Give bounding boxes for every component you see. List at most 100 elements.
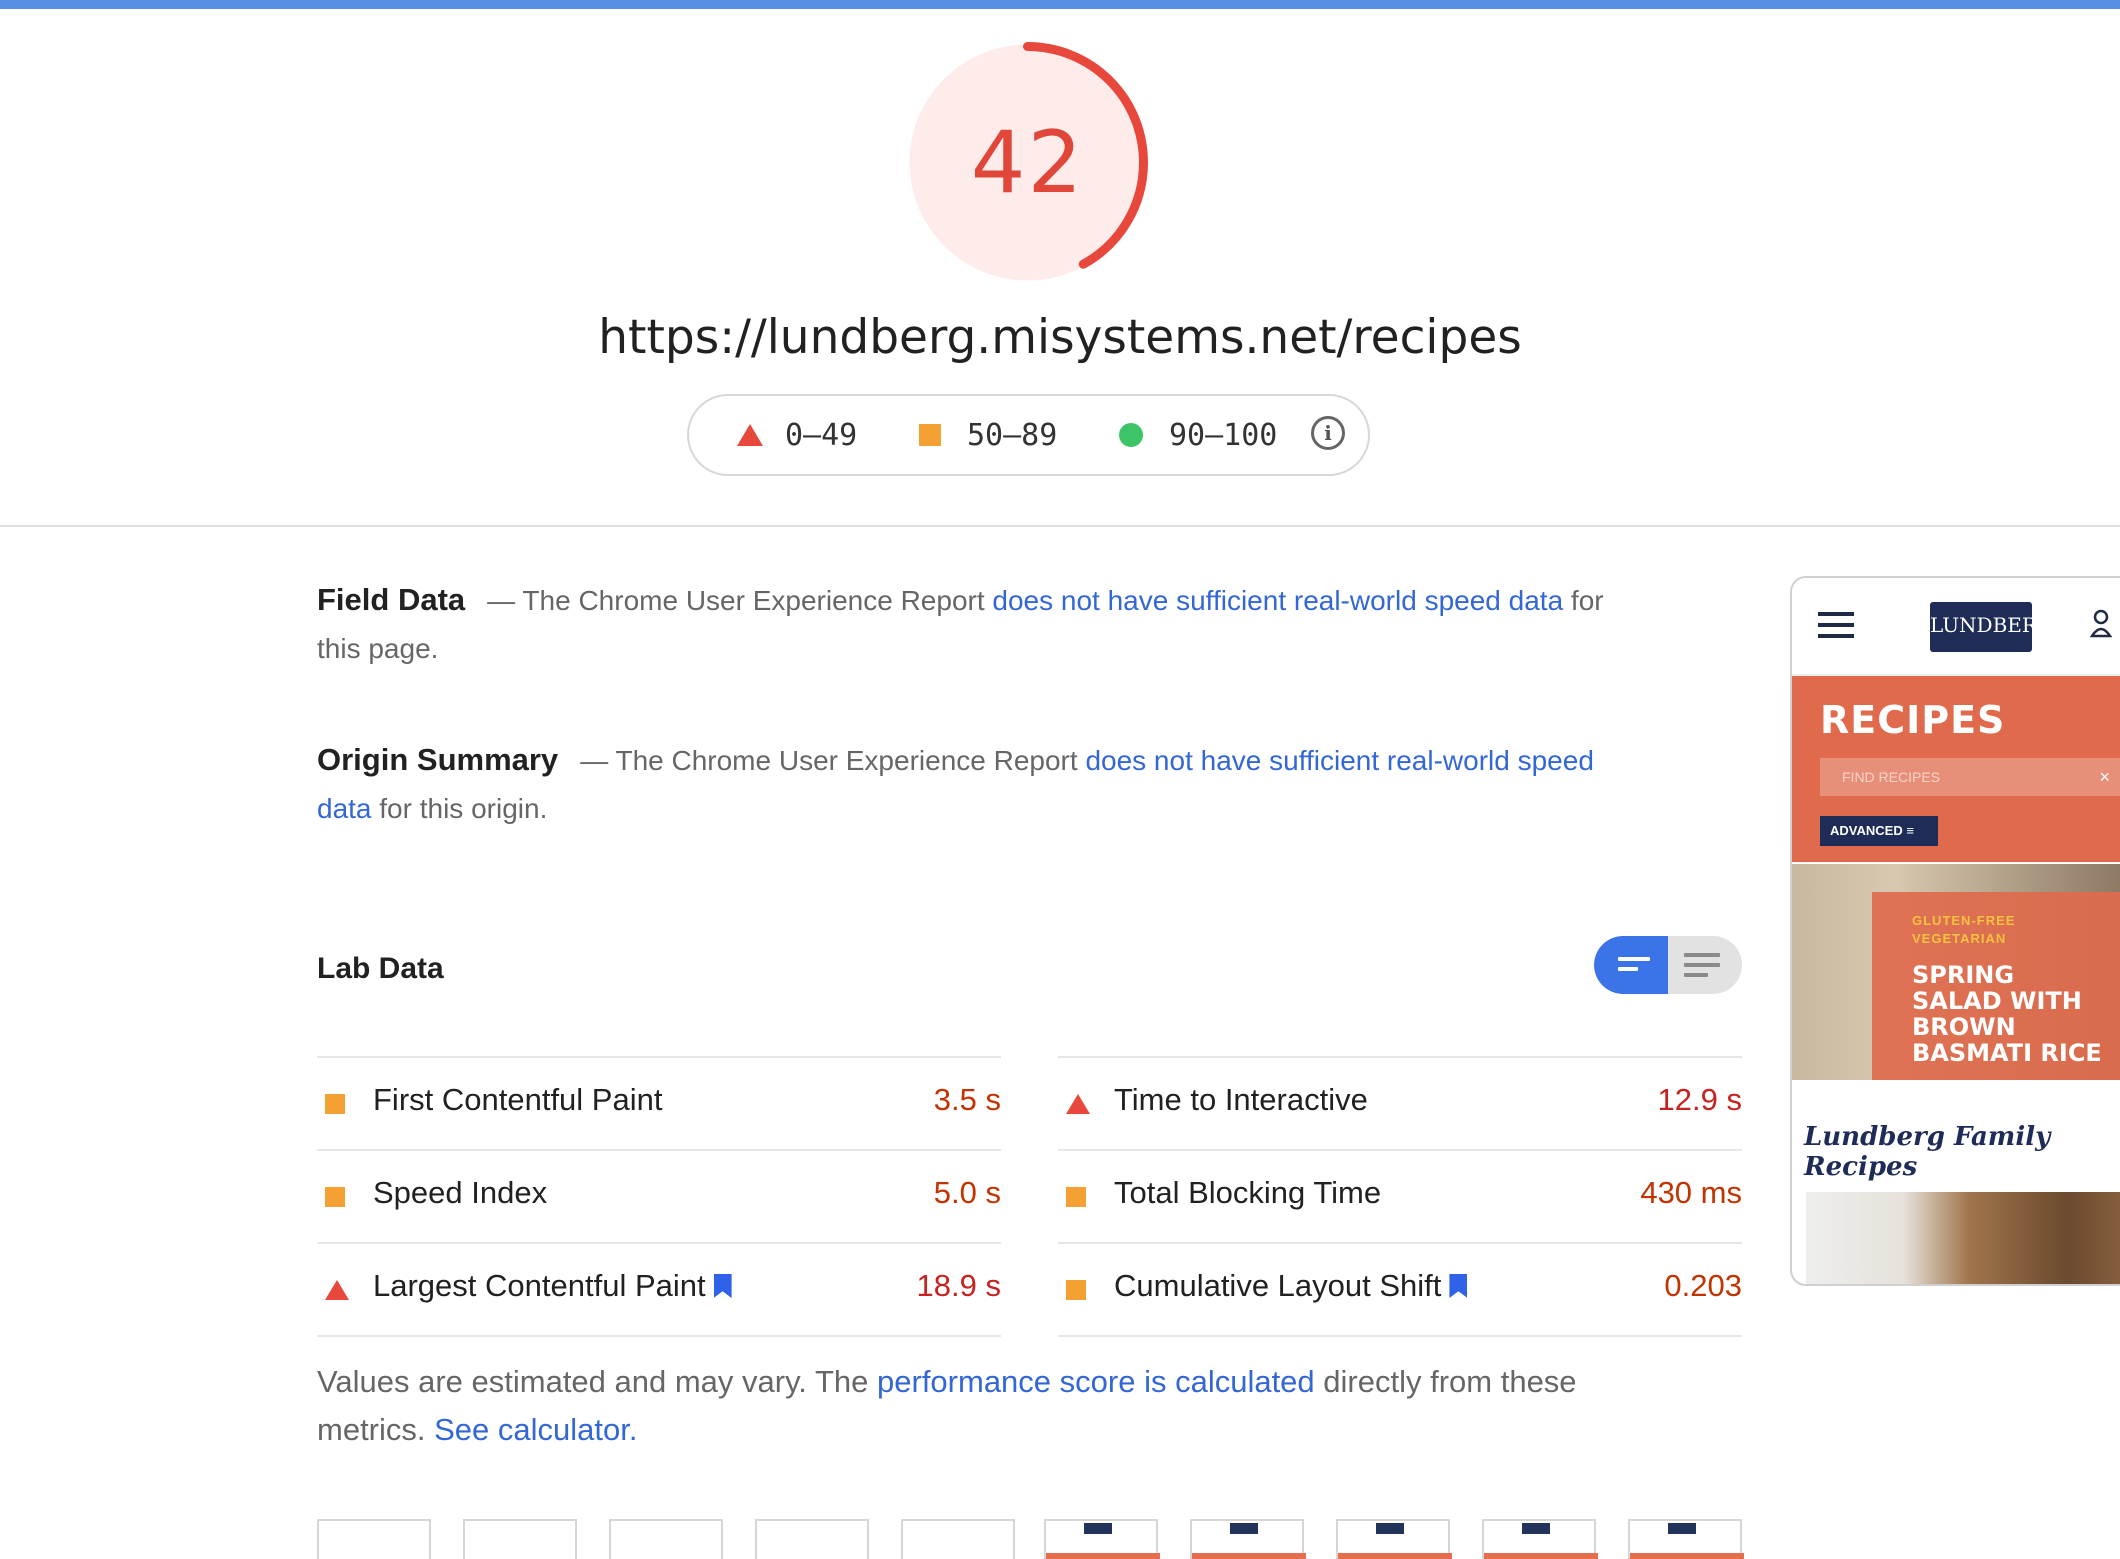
legend-average: 50–89	[919, 396, 1057, 474]
metric-name: Speed Index	[373, 1175, 548, 1210]
filmstrip-logo	[1084, 1523, 1112, 1534]
legend-good: 90–100	[1119, 396, 1277, 474]
expanded-list-icon[interactable]	[1684, 953, 1720, 983]
section-divider	[0, 525, 2120, 527]
filmstrip-logo	[1668, 1523, 1696, 1534]
preview-script-title: Lundberg Family Recipes	[1804, 1122, 2051, 1182]
legend-average-label: 50–89	[967, 417, 1058, 453]
metric-name-text: Cumulative Layout Shift	[1114, 1268, 1442, 1303]
metric-value: 430 ms	[1640, 1175, 1742, 1210]
note-prefix: Values are estimated and may vary. The	[317, 1364, 869, 1399]
origin-summary-prefix: — The Chrome User Experience Report	[580, 745, 1078, 776]
metric-value: 3.5 s	[933, 1082, 1001, 1117]
preview-feature-tags: GLUTEN-FREE VEGETARIAN	[1912, 913, 2016, 946]
filmstrip-logo	[1376, 1523, 1404, 1534]
origin-summary-section: Origin Summary — The Chrome User Experien…	[317, 736, 1617, 833]
filmstrip-logo	[1230, 1523, 1258, 1534]
origin-summary-suffix: for this origin.	[379, 793, 548, 824]
see-calculator-link[interactable]: See calculator.	[434, 1412, 637, 1447]
filmstrip-frame	[609, 1519, 723, 1559]
metrics-column-right: Time to Interactive 12.9 s Total Blockin…	[1058, 1056, 1742, 1337]
metric-rating-icon	[1066, 1187, 1086, 1207]
tested-url: https://lundberg.misystems.net/recipes	[598, 310, 1522, 365]
filmstrip-frame	[317, 1519, 431, 1559]
filmstrip-frame	[1628, 1519, 1744, 1559]
metric-rating-icon	[1066, 1280, 1086, 1300]
lab-data-title: Lab Data	[317, 952, 444, 985]
metric-name: Total Blocking Time	[1114, 1175, 1382, 1210]
bookmark-icon	[713, 1274, 732, 1298]
metric-value: 5.0 s	[933, 1175, 1001, 1210]
lundberg-logo: LUNDBERG	[1930, 602, 2053, 652]
preview-food-image	[1806, 1192, 2120, 1284]
metric-rating-icon	[325, 1280, 349, 1300]
field-data-title: Field Data	[317, 582, 466, 617]
poor-triangle-icon	[737, 424, 763, 446]
preview-header: LUNDBERG	[1792, 578, 2120, 676]
metric-name-text: Largest Contentful Paint	[373, 1268, 706, 1303]
preview-hero: RECIPES FIND RECIPES × ADVANCED ≡	[1792, 676, 2120, 862]
info-icon[interactable]: i	[1311, 416, 1345, 450]
score-calculated-link[interactable]: performance score is calculated	[877, 1364, 1315, 1399]
hamburger-menu-icon	[1818, 612, 1854, 645]
preview-hero-title: RECIPES	[1820, 698, 2006, 742]
filmstrip-frame	[463, 1519, 577, 1559]
metric-value: 0.203	[1664, 1268, 1742, 1303]
legend-poor-label: 0–49	[785, 417, 858, 453]
bookmark-icon	[1449, 1274, 1468, 1298]
preview-feature-title: SPRING SALAD WITH BROWN BASMATI RICE	[1912, 961, 2102, 1067]
filmstrip-frame	[901, 1519, 1015, 1559]
field-data-prefix: — The Chrome User Experience Report	[487, 585, 985, 616]
legend-good-label: 90–100	[1169, 417, 1278, 453]
field-data-link[interactable]: does not have sufficient real-world spee…	[992, 585, 1563, 616]
filmstrip-hero	[1046, 1553, 1160, 1559]
top-accent-bar	[0, 0, 2120, 9]
filmstrip-hero	[1484, 1553, 1598, 1559]
page-screenshot-preview: LUNDBERG RECIPES FIND RECIPES × ADVANCED…	[1790, 576, 2120, 1286]
preview-advanced-button: ADVANCED ≡	[1820, 816, 1938, 846]
metric-rating-icon	[325, 1094, 345, 1114]
metric-row: First Contentful Paint 3.5 s	[317, 1056, 1001, 1149]
filmstrip-hero	[1630, 1553, 1744, 1559]
legend-poor: 0–49	[737, 396, 857, 474]
metric-name: Time to Interactive	[1114, 1082, 1368, 1117]
filmstrip-hero	[1338, 1553, 1452, 1559]
clear-icon: ×	[2099, 767, 2110, 787]
metric-view-toggle[interactable]	[1594, 936, 1742, 994]
field-data-section: Field Data — The Chrome User Experience R…	[317, 576, 1617, 673]
metrics-column-left: First Contentful Paint 3.5 s Speed Index…	[317, 1056, 1001, 1337]
compact-view-button[interactable]	[1594, 936, 1668, 994]
metric-name: Cumulative Layout Shift	[1114, 1268, 1468, 1304]
metric-name: Largest Contentful Paint	[373, 1268, 732, 1304]
metric-row: Cumulative Layout Shift 0.203	[1058, 1242, 1742, 1337]
origin-summary-title: Origin Summary	[317, 742, 559, 777]
metric-row: Speed Index 5.0 s	[317, 1149, 1001, 1242]
metric-row: Time to Interactive 12.9 s	[1058, 1056, 1742, 1149]
score-legend: 0–49 50–89 90–100 i	[687, 394, 1370, 476]
average-square-icon	[919, 424, 941, 446]
metric-name: First Contentful Paint	[373, 1082, 663, 1117]
preview-feature-card: GLUTEN-FREE VEGETARIAN SPRING SALAD WITH…	[1872, 892, 2120, 1080]
metric-value: 18.9 s	[916, 1268, 1001, 1303]
performance-score: 42	[970, 112, 1085, 213]
user-icon	[2090, 609, 2112, 638]
good-circle-icon	[1119, 423, 1143, 447]
metric-rating-icon	[1066, 1094, 1090, 1114]
metric-rating-icon	[325, 1187, 345, 1207]
filmstrip-frame	[1336, 1519, 1452, 1559]
filmstrip-hero	[1192, 1553, 1306, 1559]
filmstrip-frame	[755, 1519, 869, 1559]
metric-row: Largest Contentful Paint 18.9 s	[317, 1242, 1001, 1337]
filmstrip-frame	[1482, 1519, 1598, 1559]
filmstrip-frame	[1044, 1519, 1160, 1559]
preview-search-placeholder: FIND RECIPES	[1842, 769, 1941, 785]
preview-feature-image: GLUTEN-FREE VEGETARIAN SPRING SALAD WITH…	[1792, 864, 2120, 1080]
estimate-note: Values are estimated and may vary. The p…	[317, 1358, 1647, 1454]
metric-value: 12.9 s	[1657, 1082, 1742, 1117]
compact-list-icon	[1618, 957, 1650, 977]
metric-row: Total Blocking Time 430 ms	[1058, 1149, 1742, 1242]
preview-search: FIND RECIPES ×	[1820, 758, 2120, 796]
preview-advanced-label: ADVANCED	[1830, 823, 1903, 838]
filmstrip-logo	[1522, 1523, 1550, 1534]
filmstrip-frame	[1190, 1519, 1306, 1559]
